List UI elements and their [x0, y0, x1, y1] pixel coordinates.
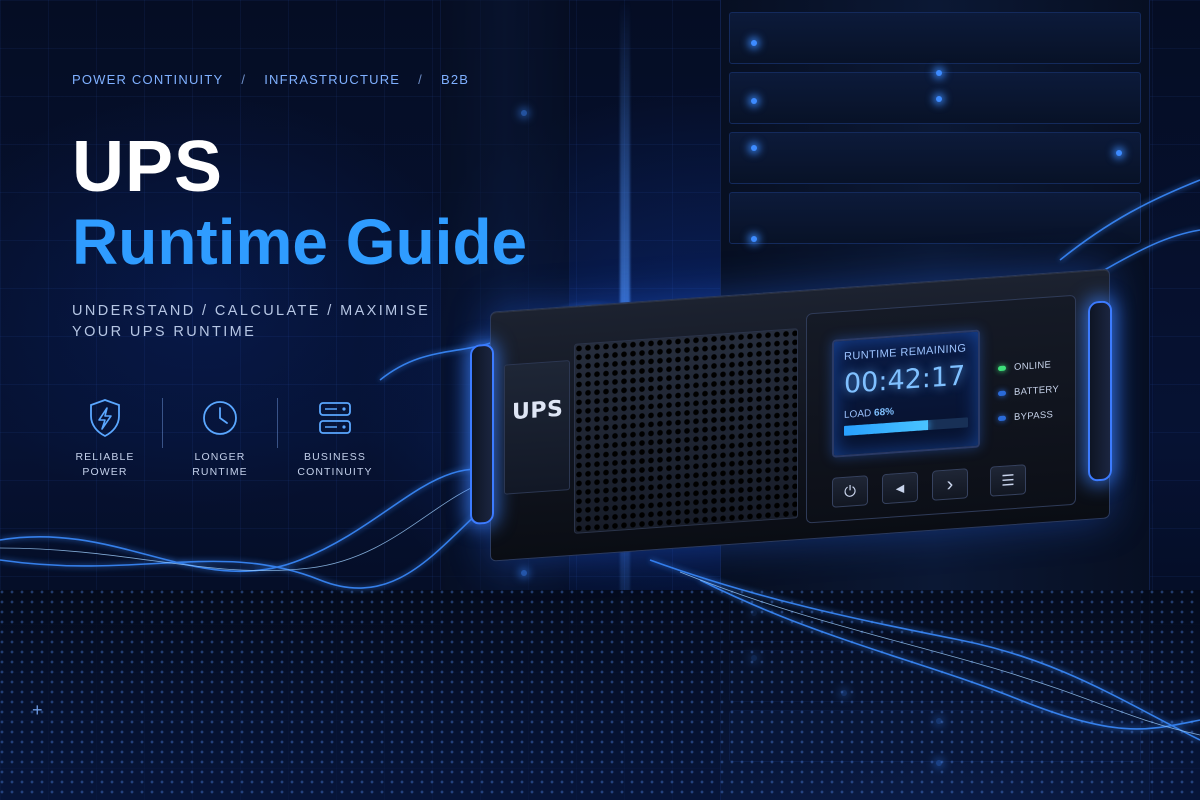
runtime-remaining-value: 00:42:17	[844, 360, 966, 400]
status-label: BYPASS	[1014, 409, 1054, 424]
feature-label-line: BUSINESS	[304, 451, 366, 463]
ups-brand-plate	[504, 360, 570, 495]
page-subtitle: UNDERSTAND / CALCULATE / MAXIMISE YOUR U…	[72, 301, 452, 343]
feature-label: BUSINESS CONTINUITY	[297, 450, 372, 480]
status-label: BATTERY	[1014, 383, 1060, 399]
status-led	[998, 365, 1006, 372]
ups-status-indicators: ONLINE BATTERY BYPASS	[998, 352, 1059, 431]
page-title: UPS	[72, 127, 224, 207]
ups-handle-left	[470, 343, 494, 526]
feature-label-line: POWER	[82, 466, 128, 479]
feature-label: RELIABLE POWER	[76, 450, 135, 480]
feature-list: RELIABLE POWER LONGER RUNTIME BUSINESS C…	[72, 396, 374, 480]
power-button[interactable]: ⏻	[832, 475, 868, 508]
crosshair-icon: +	[32, 700, 43, 720]
shield-bolt-icon	[90, 399, 120, 438]
feature-label-line: RUNTIME	[192, 466, 248, 479]
breadcrumb: POWER CONTINUITY / INFRASTRUCTURE / B2B	[72, 72, 632, 87]
load-progress-fill	[844, 420, 929, 436]
breadcrumb-item: INFRASTRUCTURE	[264, 72, 401, 87]
feature-divider	[162, 398, 163, 448]
server-stack-icon	[319, 402, 351, 434]
breadcrumb-item: B2B	[440, 72, 470, 87]
menu-button[interactable]: ☰	[990, 464, 1026, 497]
page-title-accent: Runtime Guide	[72, 206, 528, 278]
load-progress-bar	[844, 417, 968, 436]
status-label: ONLINE	[1014, 359, 1052, 374]
load-value: 68%	[874, 406, 895, 419]
subtitle-line: YOUR UPS RUNTIME	[72, 324, 257, 341]
feature-business-continuity: BUSINESS CONTINUITY	[296, 396, 374, 480]
breadcrumb-separator: /	[241, 72, 247, 87]
breadcrumb-item: POWER CONTINUITY	[72, 72, 224, 87]
ups-brand-label: UPS	[512, 396, 564, 426]
feature-reliable-power: RELIABLE POWER	[66, 396, 144, 480]
subtitle-line: UNDERSTAND / CALCULATE / MAXIMISE	[72, 303, 431, 320]
power-icon: ⏻	[844, 482, 856, 501]
runtime-remaining-label: RUNTIME REMAINING	[844, 342, 967, 363]
clock-icon	[203, 401, 237, 435]
feature-label: LONGER RUNTIME	[192, 450, 248, 480]
ups-lcd-display: RUNTIME REMAINING 00:42:17 LOAD 68%	[832, 329, 980, 458]
load-label: LOAD	[844, 408, 872, 421]
hero-copy: POWER CONTINUITY / INFRASTRUCTURE / B2B …	[72, 72, 632, 343]
feature-longer-runtime: LONGER RUNTIME	[181, 396, 259, 480]
feature-label-line: LONGER	[194, 451, 246, 463]
feature-divider	[277, 398, 278, 448]
chevron-left-icon: ◀	[895, 482, 905, 495]
chevron-right-icon: ›	[946, 472, 954, 496]
next-button[interactable]: ›	[932, 468, 968, 501]
status-led	[998, 415, 1006, 422]
ups-vent-mesh	[574, 328, 798, 534]
breadcrumb-separator: /	[418, 72, 423, 87]
feature-label-line: CONTINUITY	[297, 466, 373, 479]
hero-banner: UPS RUNTIME REMAINING 00:42:17 LOAD 68% …	[0, 0, 1200, 800]
status-bypass: BYPASS	[998, 402, 1059, 431]
menu-icon: ☰	[1001, 471, 1015, 490]
feature-label-line: RELIABLE	[75, 451, 135, 463]
status-led	[998, 390, 1006, 397]
previous-button[interactable]: ◀	[882, 471, 918, 505]
ups-handle-right	[1088, 300, 1112, 482]
